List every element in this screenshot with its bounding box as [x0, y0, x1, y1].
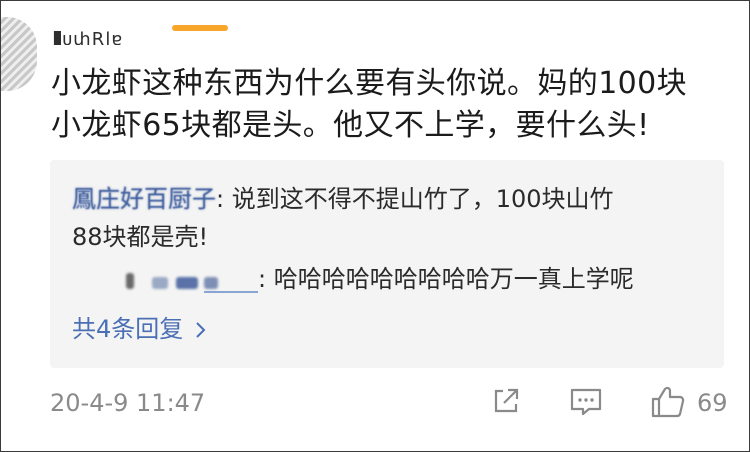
comment-body-line-1: 小龙虾这种东西为什么要有头你说。妈的100块: [51, 66, 688, 101]
like-button[interactable]: [650, 385, 686, 421]
reply-text: 哈哈哈哈哈哈哈哈哈万一真上学呢: [273, 265, 634, 293]
reply-separator: :: [258, 265, 274, 293]
like-count: 69: [697, 389, 728, 417]
comment-body: 小龙虾这种东西为什么要有头你说。妈的100块 小龙虾65块都是头。他又不上学，要…: [51, 63, 731, 147]
tab-strip: [1, 1, 749, 31]
share-button[interactable]: [490, 385, 522, 421]
comment-button[interactable]: [569, 385, 603, 421]
reply-item[interactable]: 鳳庄好百厨子: 说到这不得不提山竹了，100块山竹 88块都是壳!: [72, 180, 702, 256]
more-replies-label: 共4条回复: [72, 315, 184, 343]
reply-author-name-redacted[interactable]: [72, 267, 258, 293]
comment-card: ▐ᴜփⱤḷɐ 小龙虾这种东西为什么要有头你说。妈的100块 小龙虾65块都是头。…: [0, 0, 750, 452]
reply-separator: :: [216, 185, 232, 213]
reply-text-line-2: 88块都是壳!: [72, 223, 209, 251]
reply-author-name[interactable]: 鳳庄好百厨子: [72, 185, 216, 213]
thumbs-up-icon: [651, 386, 685, 418]
comment-timestamp: 20-4-9 11:47: [50, 389, 206, 417]
share-icon: [494, 388, 519, 413]
comment-body-line-2: 小龙虾65块都是头。他又不上学，要什么头!: [51, 108, 650, 143]
reply-text-line-1: 说到这不得不提山竹了，100块山竹: [231, 185, 614, 213]
view-more-replies-link[interactable]: 共4条回复: [72, 310, 207, 350]
chevron-right-icon: [195, 312, 207, 350]
active-tab-indicator: [172, 25, 228, 31]
comment-username[interactable]: ▐ᴜփⱤḷɐ: [47, 31, 123, 45]
replies-panel: 鳳庄好百厨子: 说到这不得不提山竹了，100块山竹 88块都是壳! : 哈哈哈哈…: [50, 160, 724, 368]
reply-item[interactable]: : 哈哈哈哈哈哈哈哈哈万一真上学呢: [72, 260, 712, 298]
comment-icon: [570, 388, 602, 416]
